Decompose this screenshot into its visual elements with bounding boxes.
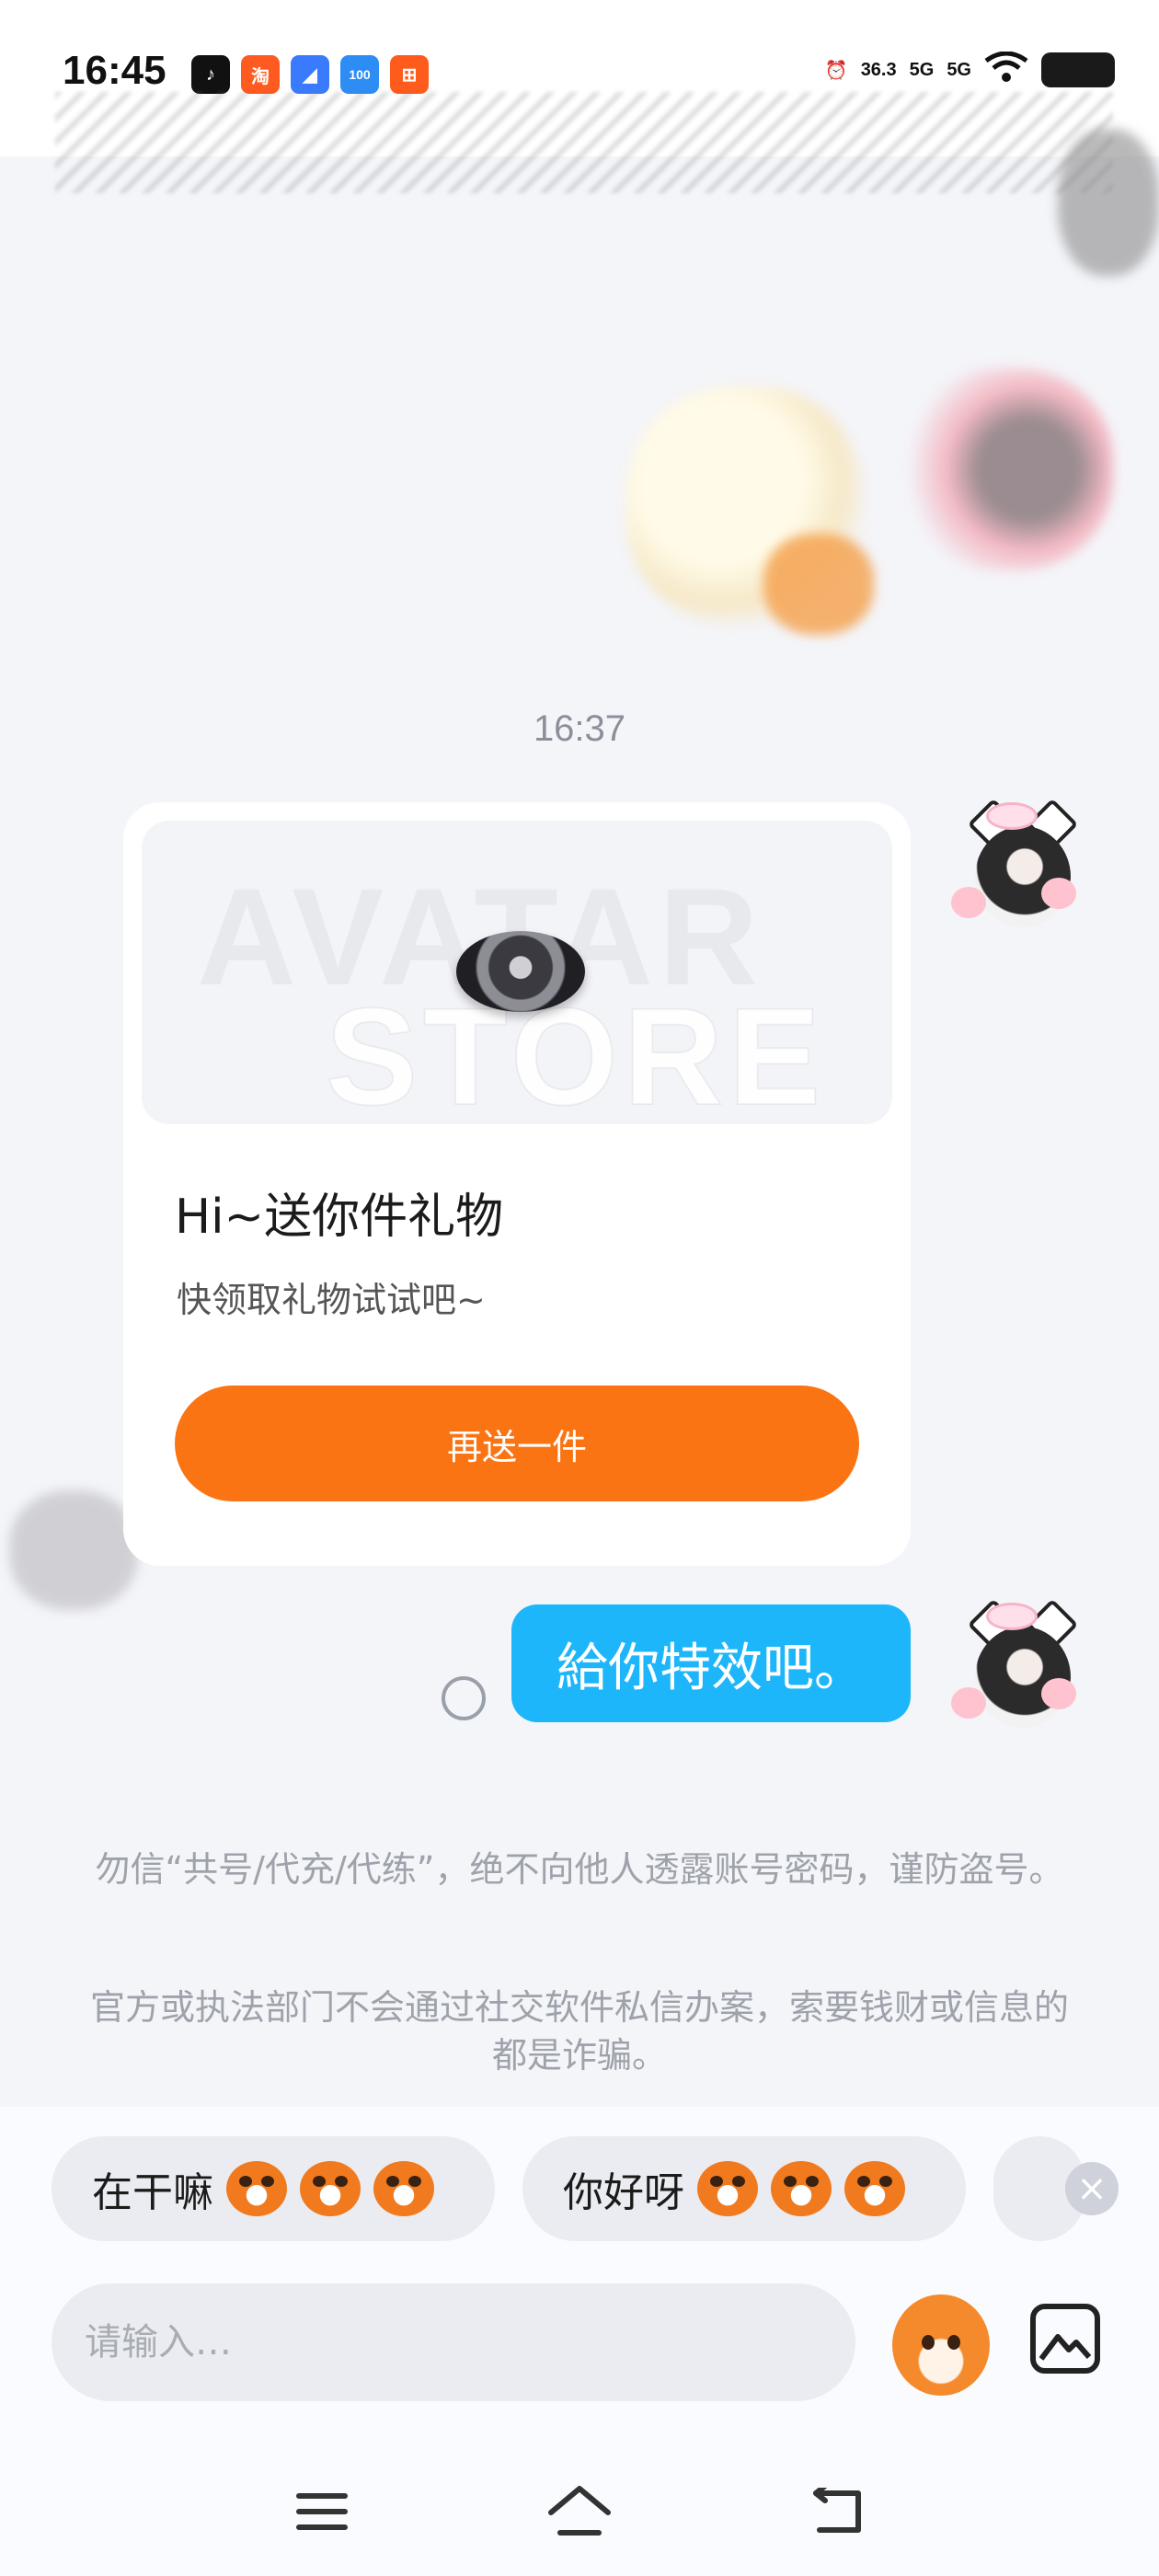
paw-icon <box>1041 1678 1076 1709</box>
avatar-photo <box>975 1627 1071 1728</box>
signal-5g-2: 5G <box>947 59 971 80</box>
blue-app-icon: ◢ <box>291 55 329 94</box>
signal-5g-1: 5G <box>909 59 935 80</box>
redaction-scribble-left <box>9 1490 138 1610</box>
paw-icon <box>951 887 986 918</box>
message-timestamp: 16:37 <box>533 708 626 749</box>
paw-icon <box>951 1687 986 1719</box>
sent-message-bubble[interactable]: 給你特效吧。 <box>511 1604 911 1722</box>
gift-card-title: Hi~送你件礼物 <box>175 1190 504 1245</box>
orange-app-icon: ⊞ <box>390 55 429 94</box>
mascot-emoji-icon <box>226 2161 287 2216</box>
security-warning-2: 官方或执法部门不会通过社交软件私信办案，索要钱财或信息的都是诈骗。 <box>89 1987 1069 2076</box>
home-icon <box>548 2486 611 2536</box>
home-nav-button[interactable] <box>543 2475 616 2548</box>
gift-preview[interactable]: AVATAR STORE <box>142 821 892 1124</box>
mascot-eye <box>947 2335 960 2350</box>
menu-icon <box>296 2493 348 2530</box>
wifi-icon <box>984 51 1028 88</box>
mascot-emoji-icon <box>373 2161 434 2216</box>
security-warning-1: 勿信“共号/代充/代练”，绝不向他人透露账号密码，谨防盗号。 <box>95 1849 1064 1890</box>
menu-nav-button[interactable] <box>285 2475 359 2548</box>
notification-app-icons: ♪ 淘 ◢ 100 ⊞ <box>191 55 429 94</box>
image-picker-button[interactable] <box>1030 2304 1100 2374</box>
send-again-button[interactable]: 再送一件 <box>175 1386 859 1501</box>
back-icon <box>813 2488 861 2533</box>
system-nav-bar <box>0 2447 1159 2576</box>
mascot-eye <box>922 2335 935 2350</box>
gift-card-subtitle: 快领取礼物试试吧~ <box>177 1280 486 1320</box>
redaction-scribble-pink <box>901 368 1113 570</box>
gift-item-image <box>456 931 585 1012</box>
status-bar: 16:45 ♪ 淘 ◢ 100 ⊞ ⏰ 36.3 5G 5G <box>0 0 1159 193</box>
mascot-emoji-icon <box>300 2161 361 2216</box>
paw-icon <box>1041 878 1076 909</box>
mascot-emoji-icon <box>844 2161 905 2216</box>
bow-icon <box>986 1603 1038 1630</box>
network-speed: 36.3 <box>860 59 897 80</box>
close-icon[interactable]: × <box>1065 2162 1119 2215</box>
bow-icon <box>986 802 1038 830</box>
system-indicators: ⏰ 36.3 5G 5G <box>824 51 1115 88</box>
taobao-icon: 淘 <box>241 55 280 94</box>
quick-reply-text: 你好呀 <box>563 2169 684 2216</box>
alarm-icon: ⏰ <box>824 60 848 81</box>
message-input[interactable] <box>52 2283 855 2401</box>
quick-reply-text: 在干嘛 <box>92 2169 213 2216</box>
redaction-scribble-gray-right <box>1058 129 1159 276</box>
redaction-scribble-orange <box>763 534 874 635</box>
back-nav-button[interactable] <box>800 2475 874 2548</box>
mascot-emoji-icon <box>697 2161 758 2216</box>
user-avatar[interactable] <box>949 1598 1079 1765</box>
quick-reply-chip[interactable]: 你好呀 <box>522 2136 966 2241</box>
battery-icon <box>1041 52 1115 87</box>
image-icon <box>1039 2334 1091 2361</box>
homework-app-icon: 100 <box>340 55 379 94</box>
mascot-emoji-icon <box>771 2161 832 2216</box>
redacted-header-scribble <box>55 92 1113 193</box>
preview-watermark-store: STORE <box>325 978 827 1124</box>
quick-reply-chip[interactable]: 在干嘛 <box>52 2136 495 2241</box>
tiktok-icon: ♪ <box>191 55 230 94</box>
emoji-mascot-button[interactable] <box>892 2294 990 2396</box>
status-time: 16:45 <box>63 48 166 93</box>
avatar-photo <box>975 826 1071 927</box>
message-status-icon <box>442 1676 486 1720</box>
user-avatar[interactable] <box>949 798 1079 964</box>
